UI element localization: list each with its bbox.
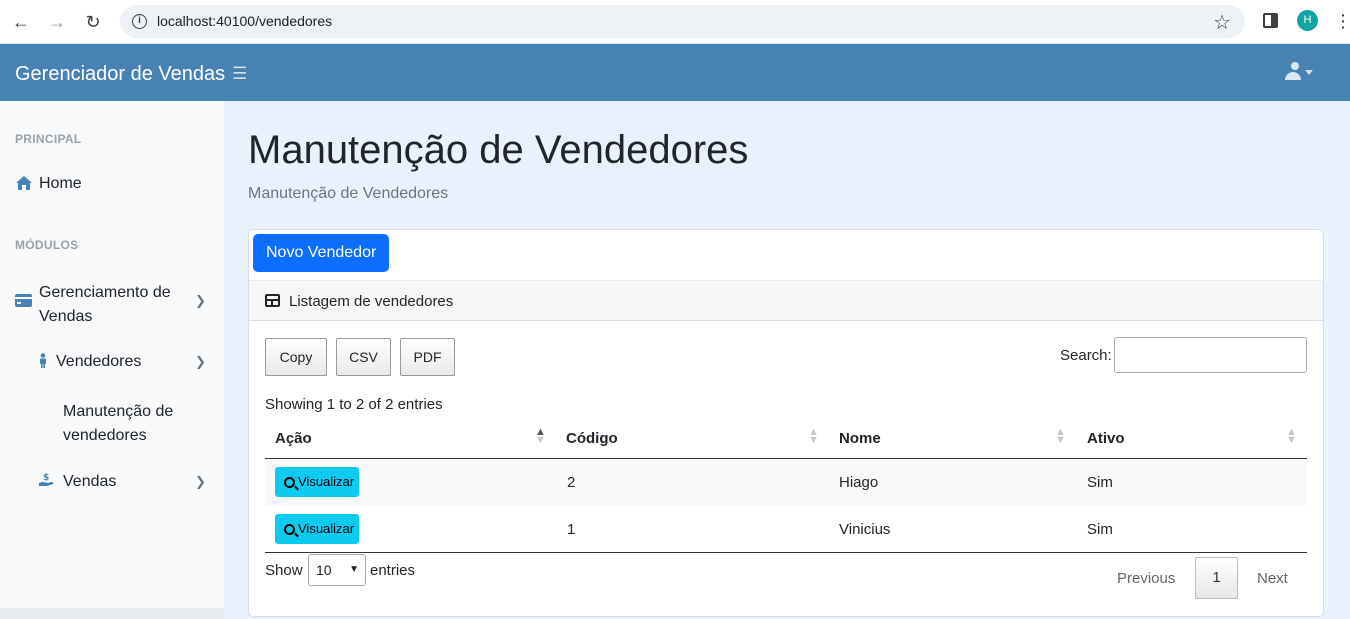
back-arrow-icon[interactable]: ← — [9, 10, 33, 34]
table-icon — [265, 294, 280, 307]
cell-ativo: Sim — [1087, 474, 1113, 491]
sidebar-item-gerenciamento[interactable]: Gerenciamento de Vendas — [39, 281, 171, 329]
column-header-ativo[interactable]: Ativo — [1087, 430, 1125, 447]
user-dropdown[interactable] — [1285, 62, 1313, 80]
user-icon — [1285, 62, 1301, 80]
sidebar: PRINCIPAL Home MÓDULOS Gerenciamento de … — [0, 101, 224, 619]
cell-codigo: 2 — [567, 474, 576, 491]
caret-down-icon — [1305, 69, 1313, 75]
credit-card-icon — [15, 294, 32, 312]
chevron-down-icon[interactable]: ❯ — [195, 354, 206, 370]
hand-dollar-icon: $ — [38, 472, 56, 493]
sidebar-item-vendedores[interactable]: Vendedores — [56, 353, 141, 371]
sidebar-item-vendas[interactable]: Vendas — [63, 473, 116, 491]
cell-nome: Vinicius — [839, 521, 891, 538]
sidebar-heading-principal: PRINCIPAL — [15, 132, 82, 146]
sidebar-item-manutencao-line2: vendedores — [63, 427, 147, 444]
page-subtitle: Manutenção de Vendedores — [248, 185, 449, 202]
cell-codigo: 1 — [567, 521, 576, 538]
sidebar-item-gerenciamento-line1: Gerenciamento de — [39, 284, 171, 301]
url-text[interactable]: localhost:40100/vendedores — [157, 13, 332, 29]
pagination-next[interactable]: Next — [1257, 570, 1288, 587]
table-row: Visualizar 2 Hiago Sim — [265, 459, 1307, 506]
sidebar-item-home[interactable]: Home — [39, 175, 82, 193]
side-panel-icon[interactable] — [1263, 13, 1278, 28]
sidebar-item-manutencao-line1: Manutenção de — [63, 403, 174, 420]
page-length-value: 10 — [316, 562, 332, 578]
sidebar-item-manutencao[interactable]: Manutenção de vendedores — [63, 400, 173, 448]
visualizar-label: Visualizar — [298, 474, 355, 489]
pagination-previous[interactable]: Previous — [1117, 570, 1175, 587]
sort-icon[interactable]: ▲ ▼ — [808, 427, 819, 446]
sort-icon[interactable]: ▲ ▼ — [1286, 427, 1297, 446]
sidebar-item-gerenciamento-line2: Vendas — [39, 308, 93, 325]
pagination-page-1[interactable]: 1 — [1195, 557, 1238, 599]
cell-ativo: Sim — [1087, 521, 1113, 538]
chevron-down-icon: ▼ — [349, 564, 359, 575]
visualizar-label: Visualizar — [298, 521, 355, 536]
card-header: Listagem de vendedores — [249, 280, 1323, 321]
table-header-row: Ação ▲ ▼ Código ▲ ▼ Nome ▲ ▼ Ativo ▲ ▼ — [265, 425, 1307, 459]
pdf-button[interactable]: PDF — [400, 338, 455, 376]
sort-icon[interactable]: ▲ ▼ — [1055, 427, 1066, 446]
column-header-acao[interactable]: Ação — [275, 430, 312, 447]
sort-asc-icon[interactable]: ▲ ▼ — [535, 427, 546, 446]
site-info-icon[interactable]: i — [132, 14, 147, 29]
browser-toolbar: ← → ↻ i localhost:40100/vendedores ☆ H ⋮ — [0, 0, 1350, 44]
person-icon — [38, 353, 48, 374]
search-input[interactable] — [1114, 337, 1307, 373]
search-icon — [284, 523, 295, 535]
app-navbar: Gerenciador de Vendas ☰ — [0, 44, 1350, 101]
chevron-down-icon[interactable]: ❯ — [195, 293, 206, 309]
search-label: Search: — [1060, 347, 1112, 364]
sidebar-footer — [0, 608, 224, 619]
column-header-codigo[interactable]: Código — [566, 430, 618, 447]
visualizar-button[interactable]: Visualizar — [275, 467, 360, 497]
browser-menu-icon[interactable]: ⋮ — [1334, 10, 1350, 32]
csv-button[interactable]: CSV — [336, 338, 391, 376]
page-title: Manutenção de Vendedores — [248, 128, 749, 172]
chevron-right-icon[interactable]: ❯ — [195, 474, 206, 490]
table-bottom-border — [265, 552, 1307, 553]
entries-label: entries — [370, 562, 416, 579]
sidebar-toggle-icon[interactable]: ☰ — [232, 64, 247, 84]
visualizar-button[interactable]: Visualizar — [275, 514, 360, 544]
main-content: Manutenção de Vendedores Manutenção de V… — [224, 101, 1350, 619]
bookmark-star-icon[interactable]: ☆ — [1213, 10, 1231, 35]
reload-icon[interactable]: ↻ — [81, 10, 105, 34]
table-info: Showing 1 to 2 of 2 entries — [265, 396, 443, 413]
app-brand[interactable]: Gerenciador de Vendas — [15, 63, 225, 86]
address-bar[interactable]: i localhost:40100/vendedores ☆ — [120, 5, 1245, 38]
forward-arrow-icon[interactable]: → — [45, 10, 69, 34]
copy-button[interactable]: Copy — [265, 338, 327, 376]
search-icon — [284, 476, 295, 488]
card-header-title: Listagem de vendedores — [289, 293, 454, 310]
profile-avatar[interactable]: H — [1297, 10, 1318, 31]
svg-text:$: $ — [43, 473, 49, 483]
novo-vendedor-button[interactable]: Novo Vendedor — [253, 234, 390, 272]
vendedores-card: Novo Vendedor Listagem de vendedores Cop… — [248, 229, 1324, 617]
sidebar-heading-modulos: MÓDULOS — [15, 238, 79, 252]
column-header-nome[interactable]: Nome — [839, 430, 881, 447]
show-label: Show — [265, 562, 303, 579]
home-icon — [15, 175, 33, 196]
table-row: Visualizar 1 Vinicius Sim — [265, 506, 1307, 553]
cell-nome: Hiago — [839, 474, 879, 491]
page-length-select[interactable]: 10 ▼ — [308, 554, 366, 586]
